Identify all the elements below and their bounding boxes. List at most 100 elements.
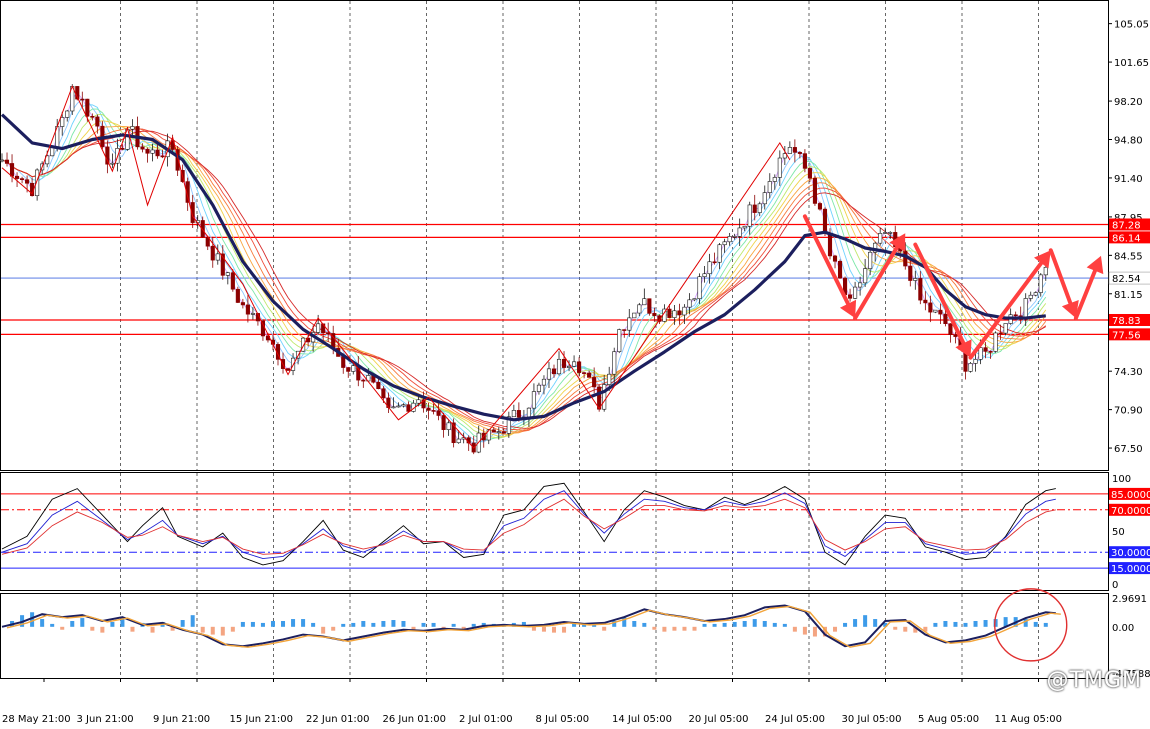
macd-histogram-bar [541, 626, 546, 632]
candle-body [807, 168, 812, 179]
candle-body [416, 399, 421, 404]
y-tick-label: 98.20 [1114, 97, 1143, 108]
macd-histogram-bar [230, 626, 235, 632]
macd-histogram-bar [471, 623, 476, 627]
candle-body [531, 391, 536, 409]
y-tick-label: 101.65 [1114, 58, 1149, 69]
macd-histogram-bar [712, 623, 717, 627]
x-tick-label: 8 Jul 05:00 [536, 714, 590, 725]
candle-body [978, 347, 983, 360]
candle-body [687, 299, 692, 308]
macd-histogram-bar [732, 621, 737, 627]
candle-body [150, 149, 155, 154]
candle-body [4, 159, 10, 164]
macd-histogram-bar [421, 622, 426, 627]
candle-body [1003, 323, 1008, 334]
candle-body [998, 332, 1003, 335]
candle-body [777, 157, 782, 178]
macd-histogram-bar [110, 621, 115, 627]
macd-histogram-bar [381, 620, 386, 627]
x-tick-label: 24 Jul 05:00 [765, 714, 825, 725]
candle-body [285, 368, 291, 371]
candle-body [672, 310, 677, 318]
candle-body [391, 406, 396, 409]
candle-body [878, 233, 883, 244]
osc-level-label: 15.0000 [1111, 564, 1150, 575]
candle-body [812, 177, 818, 204]
candle-body [863, 268, 868, 284]
candle-body [883, 232, 888, 234]
candle-body [240, 302, 245, 306]
candle-body [797, 152, 802, 154]
macd-histogram-bar [873, 619, 878, 627]
candle-body [627, 317, 632, 331]
y-tick-label: 74.30 [1114, 367, 1143, 378]
candle-body [612, 351, 617, 375]
candle-body [617, 329, 622, 353]
macd-histogram-bar [180, 620, 185, 627]
candle-body [1023, 298, 1028, 319]
candle-body [210, 245, 215, 261]
candle-body [9, 163, 15, 177]
candle-body [215, 253, 220, 261]
candle-body [20, 178, 25, 181]
x-tick-label: 2 Jul 01:00 [459, 714, 513, 725]
x-tick-label: 11 Aug 05:00 [995, 714, 1062, 725]
candle-body [95, 116, 100, 127]
candle-body [456, 438, 461, 444]
candle-body [742, 225, 747, 229]
candle-body [712, 261, 717, 264]
macd-histogram-bar [361, 620, 366, 627]
candle-body [245, 304, 250, 315]
macd-histogram-bar [311, 622, 316, 627]
level-label: 77.56 [1112, 330, 1141, 341]
candle-body [406, 404, 411, 412]
candle-body [802, 153, 807, 169]
macd-histogram-bar [190, 615, 195, 627]
candle-body [250, 313, 255, 315]
macd-histogram-bar [1043, 622, 1048, 627]
candle-body [903, 250, 908, 267]
candle-body [381, 388, 386, 399]
macd-histogram-bar [642, 622, 647, 627]
candle-body [913, 278, 918, 281]
candle-body [561, 358, 567, 368]
candle-body [501, 431, 506, 434]
macd-histogram-bar [40, 619, 45, 627]
macd-histogram-bar [953, 621, 958, 627]
candle-body [853, 286, 858, 299]
macd-histogram-bar [80, 618, 85, 627]
y-tick-label: 67.50 [1114, 444, 1143, 455]
candle-body [943, 313, 948, 324]
macd-histogram-bar [250, 621, 255, 627]
macd-histogram-bar [933, 622, 938, 627]
macd-histogram-bar [853, 619, 858, 627]
macd-histogram-bar [260, 622, 265, 627]
macd-histogram-bar [90, 626, 95, 631]
candle-body [441, 415, 446, 430]
pane-frame-2 [0, 472, 1109, 591]
macd-histogram-bar [391, 620, 396, 627]
macd-histogram-bar [562, 626, 567, 633]
candle-body [1013, 314, 1018, 317]
candle-body [85, 98, 90, 117]
candle-body [551, 368, 557, 375]
osc-y-tick-label: 0 [1112, 580, 1118, 591]
macd-histogram-bar [281, 620, 286, 627]
macd-histogram-bar [572, 623, 577, 627]
macd-histogram-bar [150, 626, 155, 633]
candle-body [1043, 266, 1048, 276]
candle-body [707, 261, 712, 275]
macd-histogram-bar [531, 626, 536, 631]
candle-body [436, 410, 441, 416]
chart: 28 May 21:00 3 Jun 21:00 9 Jun 21:00 15 Jun… [0, 0, 1150, 725]
candle-body [351, 365, 356, 372]
macd-histogram-bar [331, 626, 336, 631]
macd-histogram-bar [1033, 621, 1038, 627]
macd-histogram-bar [652, 626, 657, 630]
candle-body [642, 298, 647, 306]
candle-body [140, 146, 145, 150]
level-label: 86.14 [1112, 233, 1141, 244]
candle-body [677, 310, 682, 316]
macd-histogram-bar [812, 626, 817, 637]
